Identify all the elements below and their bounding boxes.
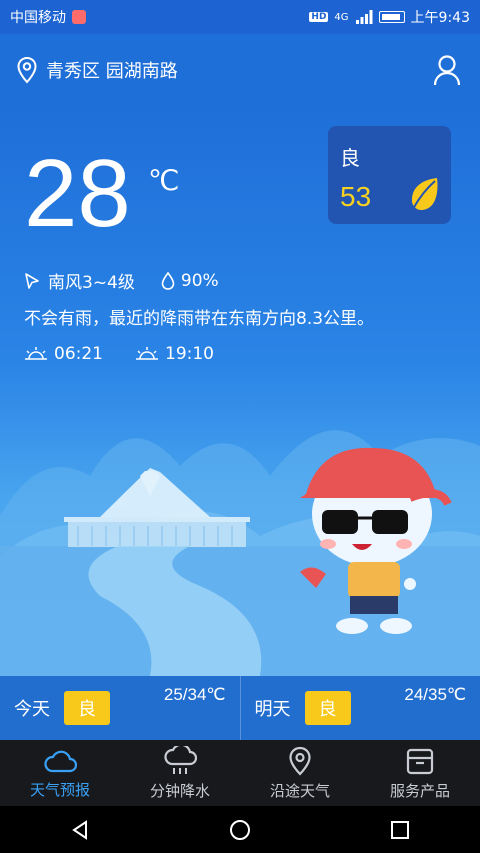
wind-direction-icon: [25, 272, 39, 289]
tab-service-products[interactable]: 服务产品: [360, 740, 480, 806]
city-scene-illustration: [0, 430, 480, 676]
precipitation-description: 不会有雨，最近的降雨带在东南方向8.3公里。: [24, 309, 375, 329]
battery-icon: [378, 11, 405, 23]
aqi-level: 良: [340, 146, 360, 170]
clock: 上午9:43: [410, 10, 470, 26]
tab-label: 分钟降水: [149, 781, 210, 800]
location-header: 青秀区 园湖南路: [0, 34, 480, 106]
status-bar: 中国移动 HD 4G 上午9:43: [0, 0, 480, 34]
forecast-tomorrow[interactable]: 明天 良 24/35℃: [239, 676, 480, 740]
sunrise-icon: [25, 347, 47, 360]
home-icon[interactable]: [228, 818, 252, 842]
location-address[interactable]: 青秀区 园湖南路: [46, 57, 178, 83]
wind-text: 南风3~4级: [48, 273, 135, 293]
forecast-day-label: 今天: [14, 699, 50, 720]
signal-icon: [355, 10, 373, 24]
sunrise-time: 06:21: [54, 344, 103, 364]
air-quality-badge: 良: [64, 691, 110, 725]
tab-label: 天气预报: [29, 780, 90, 799]
wind-humidity-row: 南风3~4级 90%: [24, 268, 219, 293]
humidity-value: 90%: [180, 270, 219, 291]
forecast-bar: 今天 良 25/34℃ 明天 良 24/35℃: [0, 676, 480, 740]
hd-icon: HD: [309, 12, 329, 22]
air-quality-badge: 良: [304, 691, 351, 725]
forecast-day-label: 明天: [254, 699, 291, 720]
sunrise-sunset-row: 06:21 19:10: [24, 344, 214, 364]
sunset-icon: [136, 347, 158, 360]
leaf-icon: [411, 178, 438, 210]
current-temperature: 28: [24, 140, 131, 247]
tab-label: 服务产品: [389, 781, 450, 800]
temperature-range: 25/34℃: [163, 685, 226, 704]
carrier-name: 中国移动: [10, 10, 66, 26]
notification-icon: [72, 10, 86, 24]
recent-apps-icon[interactable]: [389, 819, 411, 841]
location-pin-icon: [289, 746, 311, 776]
cloud-icon: [44, 750, 77, 772]
tab-label: 沿途天气: [269, 781, 330, 800]
rain-cloud-icon: [164, 745, 197, 774]
network-type: 4G: [334, 11, 349, 23]
bottom-tab-bar: 天气预报 分钟降水 沿途天气 服务产品: [0, 740, 480, 806]
sunset-time: 19:10: [165, 344, 214, 364]
humidity: 90%: [161, 271, 219, 291]
aqi-card[interactable]: 良 53: [328, 126, 451, 224]
user-button[interactable]: [430, 53, 464, 87]
carrier-info: 中国移动: [10, 7, 86, 27]
location-pin-icon: [17, 56, 37, 84]
box-icon: [406, 748, 434, 774]
system-nav-bar: [0, 806, 480, 853]
droplet-icon: [161, 271, 175, 290]
back-icon[interactable]: [69, 819, 91, 841]
tab-weather-forecast[interactable]: 天气预报: [0, 740, 120, 806]
forecast-today[interactable]: 今天 良 25/34℃: [0, 676, 240, 740]
temperature-range: 24/35℃: [404, 685, 466, 704]
temperature-unit: ℃: [148, 165, 180, 196]
status-icons: HD 4G 上午9:43: [309, 7, 470, 27]
user-icon: [433, 55, 461, 86]
tab-route-weather[interactable]: 沿途天气: [240, 740, 360, 806]
tab-minute-precipitation[interactable]: 分钟降水: [120, 740, 240, 806]
weather-hero: 28 ℃ 良 53 南风3~4级 90% 不会有雨，最近的降雨带在东南方向8.3…: [0, 106, 480, 676]
